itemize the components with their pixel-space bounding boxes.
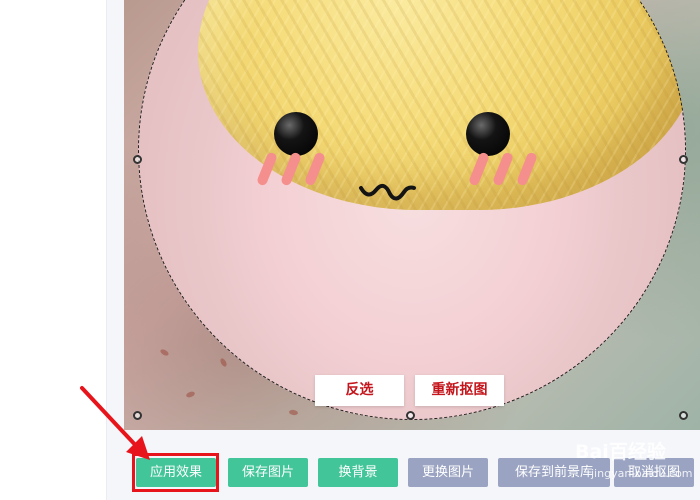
- selection-handle-icon[interactable]: [133, 155, 142, 164]
- background-petal: [185, 390, 196, 399]
- background-petal: [288, 409, 299, 416]
- selection-handle-icon[interactable]: [679, 155, 688, 164]
- image-canvas[interactable]: 反选 重新抠图: [124, 0, 700, 430]
- background-petal: [159, 348, 170, 357]
- watermark-url: jingyan.baidu.com: [591, 467, 693, 480]
- recut-button[interactable]: 重新抠图: [415, 375, 504, 406]
- selection-handle-icon[interactable]: [406, 411, 415, 420]
- selection-handle-icon[interactable]: [679, 411, 688, 420]
- save-image-button[interactable]: 保存图片: [228, 458, 308, 487]
- watermark-brand: Bai百经验: [575, 441, 666, 463]
- invert-selection-button[interactable]: 反选: [315, 375, 404, 406]
- annotation-arrow-icon: [80, 386, 150, 460]
- selection-outline[interactable]: [138, 0, 686, 420]
- background-petal: [219, 357, 228, 368]
- replace-image-button[interactable]: 更换图片: [408, 458, 488, 487]
- change-background-button[interactable]: 换背景: [318, 458, 398, 487]
- baidu-watermark: Bai百经验 jingyan.baidu.com: [575, 437, 700, 487]
